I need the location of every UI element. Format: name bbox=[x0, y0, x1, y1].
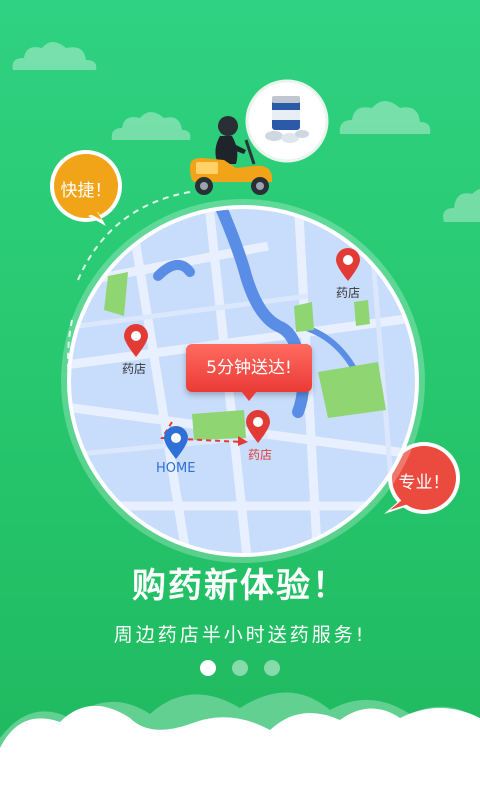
page-dot-active[interactable] bbox=[200, 660, 216, 676]
bottom-cloud-decoration bbox=[0, 692, 480, 800]
location-pin-icon[interactable] bbox=[122, 324, 150, 358]
pharmacy-label: 药店 bbox=[336, 286, 361, 300]
location-pin-icon[interactable] bbox=[244, 410, 272, 444]
page-dot[interactable] bbox=[264, 660, 280, 676]
page-title: 购药新体验！ bbox=[132, 566, 348, 606]
page-indicator bbox=[0, 660, 480, 676]
delivery-time-callout: 5分钟送达! bbox=[186, 344, 312, 401]
pharmacy-label: 药店 bbox=[122, 362, 147, 376]
scooter-rider-icon bbox=[190, 116, 272, 195]
page-dot[interactable] bbox=[232, 660, 248, 676]
pharmacy-destination-label: 药店 bbox=[248, 448, 273, 462]
home-pin-icon[interactable] bbox=[162, 426, 190, 460]
home-label: HOME bbox=[156, 461, 196, 476]
onboarding-screen[interactable]: 快捷！ 专业！ 药店 药店 药店 HOME 5分钟送达! 购药新体验！ 周边药店… bbox=[0, 0, 480, 800]
location-pin-icon[interactable] bbox=[334, 248, 362, 282]
page-subtitle: 周边药店半小时送药服务! bbox=[113, 624, 367, 646]
